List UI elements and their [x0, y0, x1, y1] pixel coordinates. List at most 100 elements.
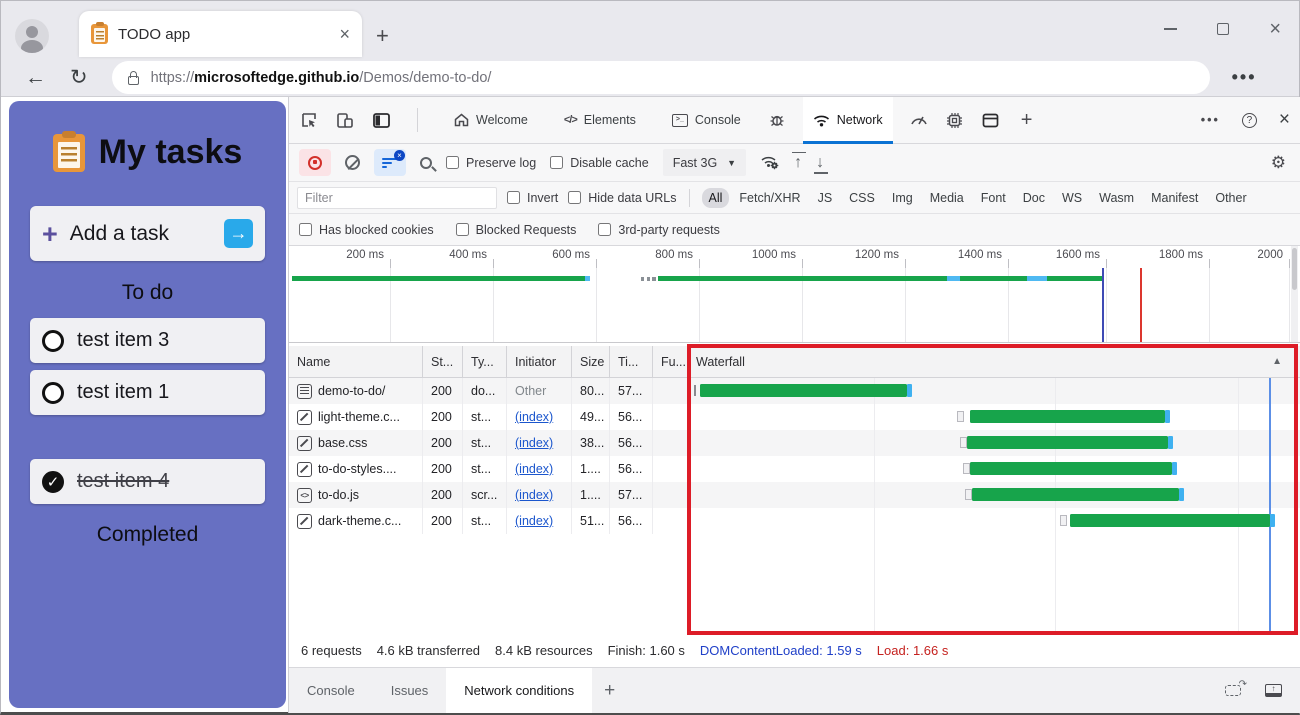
task-item[interactable]: test item 3: [30, 318, 265, 363]
waterfall-bar[interactable]: [1070, 514, 1270, 527]
more-tabs-icon[interactable]: +: [1017, 110, 1037, 130]
column-header-ty-[interactable]: Ty...: [463, 346, 507, 377]
window-close-icon[interactable]: ×: [1269, 23, 1281, 35]
filter-pill-other[interactable]: Other: [1208, 188, 1253, 208]
column-header-waterfall[interactable]: Waterfall: [688, 346, 1300, 377]
browser-menu-icon[interactable]: •••: [1232, 67, 1257, 88]
maximize-icon[interactable]: [1217, 23, 1229, 35]
memory-icon[interactable]: [945, 110, 965, 130]
task-checkbox-checked[interactable]: ✓: [42, 471, 64, 493]
request-name-cell[interactable]: <>to-do.js: [289, 482, 423, 508]
browser-tab[interactable]: TODO app ×: [79, 11, 362, 57]
device-posture-icon[interactable]: [1225, 685, 1241, 696]
network-conditions-icon[interactable]: [760, 153, 780, 173]
bug-icon[interactable]: [767, 110, 787, 130]
task-item-completed[interactable]: ✓test item 4: [30, 459, 265, 504]
application-icon[interactable]: [981, 110, 1001, 130]
devtools-close-icon[interactable]: ×: [1279, 109, 1290, 131]
request-name-cell[interactable]: demo-to-do/: [289, 378, 423, 404]
checkbox-3rd-party-requests[interactable]: 3rd-party requests: [598, 223, 719, 237]
back-icon[interactable]: ←: [25, 66, 46, 90]
timeline-tick: [390, 259, 391, 268]
task-checkbox[interactable]: [42, 382, 64, 404]
export-har-icon[interactable]: ↓: [816, 156, 824, 170]
column-header-fu-[interactable]: Fu...: [653, 346, 688, 377]
overview-scrollbar[interactable]: [1291, 246, 1298, 342]
filter-pill-media[interactable]: Media: [923, 188, 971, 208]
filter-pill-js[interactable]: JS: [811, 188, 840, 208]
filter-pill-font[interactable]: Font: [974, 188, 1013, 208]
help-icon[interactable]: ?: [1242, 113, 1257, 128]
submit-task-button[interactable]: →: [224, 219, 253, 248]
filter-pill-all[interactable]: All: [702, 188, 730, 208]
filter-pill-wasm[interactable]: Wasm: [1092, 188, 1141, 208]
request-initiator-cell[interactable]: (index): [507, 456, 572, 482]
request-initiator-cell[interactable]: (index): [507, 508, 572, 534]
inspect-icon[interactable]: [299, 110, 319, 130]
drawer-tab-console[interactable]: Console: [289, 668, 373, 713]
import-har-icon[interactable]: ↑: [794, 156, 802, 170]
column-header-ti-[interactable]: Ti...: [610, 346, 653, 377]
new-tab-button[interactable]: +: [376, 23, 389, 49]
filter-pill-doc[interactable]: Doc: [1016, 188, 1052, 208]
checkbox-has-blocked-cookies[interactable]: Has blocked cookies: [299, 223, 434, 237]
profile-avatar[interactable]: [15, 19, 49, 53]
filter-input[interactable]: Filter: [297, 187, 497, 209]
invert-checkbox[interactable]: Invert: [507, 191, 558, 205]
request-initiator-cell[interactable]: (index): [507, 482, 572, 508]
drawer-add-tab-icon[interactable]: +: [604, 680, 615, 702]
tab-welcome[interactable]: Welcome: [444, 97, 538, 144]
clear-icon[interactable]: [345, 155, 360, 170]
request-initiator-cell[interactable]: (index): [507, 430, 572, 456]
add-task-field[interactable]: + Add a task →: [30, 206, 265, 261]
request-initiator-cell[interactable]: (index): [507, 404, 572, 430]
waterfall-bar[interactable]: [967, 436, 1168, 449]
filter-pill-css[interactable]: CSS: [842, 188, 882, 208]
request-name-cell[interactable]: to-do-styles....: [289, 456, 423, 482]
preserve-log-checkbox[interactable]: Preserve log: [446, 156, 536, 170]
column-header-initiator[interactable]: Initiator: [507, 346, 572, 377]
network-settings-icon[interactable]: ⚙: [1271, 153, 1286, 173]
tab-elements[interactable]: </> Elements: [554, 97, 646, 144]
checkbox-blocked-requests[interactable]: Blocked Requests: [456, 223, 577, 237]
filter-pill-img[interactable]: Img: [885, 188, 920, 208]
dock-side-icon[interactable]: [371, 110, 391, 130]
tab-close-icon[interactable]: ×: [339, 24, 350, 45]
filter-icon[interactable]: ×: [374, 149, 406, 176]
waterfall-bar[interactable]: [972, 488, 1179, 501]
hide-data-urls-checkbox[interactable]: Hide data URLs: [568, 191, 676, 205]
device-toolbar-icon[interactable]: [335, 110, 355, 130]
column-header-name[interactable]: Name: [289, 346, 423, 377]
performance-icon[interactable]: [909, 110, 929, 130]
request-name-cell[interactable]: base.css: [289, 430, 423, 456]
expand-drawer-icon[interactable]: ↑: [1265, 684, 1282, 697]
waterfall-bar[interactable]: [970, 462, 1172, 475]
filter-pill-ws[interactable]: WS: [1055, 188, 1089, 208]
drawer-tab-issues[interactable]: Issues: [373, 668, 447, 713]
tab-network[interactable]: Network: [803, 97, 893, 144]
filter-pill-manifest[interactable]: Manifest: [1144, 188, 1205, 208]
filter-pill-fetch-xhr[interactable]: Fetch/XHR: [732, 188, 807, 208]
refresh-icon[interactable]: ↻: [70, 65, 88, 90]
record-button[interactable]: [299, 149, 331, 176]
search-icon[interactable]: [420, 157, 432, 169]
drawer-tab-network-conditions[interactable]: Network conditions: [446, 668, 592, 713]
column-header-size[interactable]: Size: [572, 346, 610, 377]
sort-ascending-icon[interactable]: ▲: [1272, 356, 1282, 367]
browser-window: TODO app × + × ← ↻ https://microsoftedge…: [0, 0, 1300, 715]
throttling-select[interactable]: Fast 3G▼: [663, 149, 746, 176]
request-name-cell[interactable]: light-theme.c...: [289, 404, 423, 430]
url-bar[interactable]: https://microsoftedge.github.io/Demos/de…: [112, 61, 1210, 94]
minimize-icon[interactable]: [1164, 28, 1177, 30]
column-header-st-[interactable]: St...: [423, 346, 463, 377]
tab-console[interactable]: >_ Console: [662, 97, 751, 144]
devtools-menu-icon[interactable]: •••: [1201, 113, 1220, 127]
network-overview-timeline[interactable]: 200 ms400 ms600 ms800 ms1000 ms1200 ms14…: [289, 246, 1300, 343]
request-name-cell[interactable]: dark-theme.c...: [289, 508, 423, 534]
task-item[interactable]: test item 1: [30, 370, 265, 415]
waterfall-bar[interactable]: [970, 410, 1165, 423]
task-checkbox[interactable]: [42, 330, 64, 352]
lock-icon[interactable]: [128, 76, 139, 85]
disable-cache-checkbox[interactable]: Disable cache: [550, 156, 649, 170]
waterfall-bar[interactable]: [700, 384, 907, 397]
